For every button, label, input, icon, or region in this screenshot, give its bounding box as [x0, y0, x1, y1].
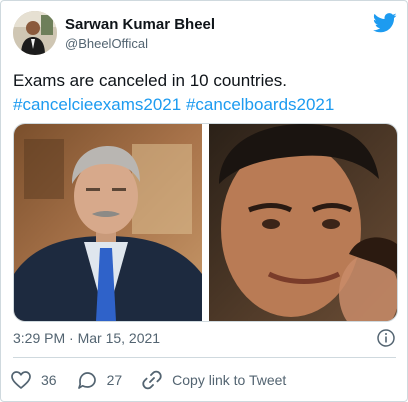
comment-icon: [77, 371, 96, 389]
avatar[interactable]: [13, 11, 57, 55]
author-name[interactable]: Sarwan Kumar Bheel: [65, 16, 215, 33]
reply-count: 27: [106, 372, 123, 388]
author-handle[interactable]: @BheelOffical: [65, 36, 148, 51]
copy-link-label: Copy link to Tweet: [172, 372, 287, 388]
tweet-text: Exams are canceled in 10 countries. #can…: [13, 69, 397, 117]
media-image-left[interactable]: [14, 124, 202, 321]
hashtag-cancelcieexams2021[interactable]: #cancelcieexams2021: [13, 95, 181, 114]
link-icon: [142, 370, 162, 390]
hashtag-line: #cancelcieexams2021 #cancelboards2021: [13, 93, 397, 117]
divider: [13, 357, 396, 358]
like-count: 36: [41, 372, 57, 388]
like-button[interactable]: 36: [11, 371, 57, 389]
tweet-timestamp[interactable]: 3:29 PM · Mar 15, 2021: [13, 330, 160, 346]
hashtag-cancelboards2021[interactable]: #cancelboards2021: [186, 95, 334, 114]
reply-button[interactable]: 27: [77, 371, 123, 390]
action-bar: 36 27 Copy link to Tweet: [11, 369, 306, 391]
media-image-right[interactable]: [209, 124, 397, 321]
twitter-bird-icon[interactable]: [372, 13, 397, 33]
tweet-card: Sarwan Kumar Bheel @BheelOffical Exams a…: [0, 0, 408, 402]
copy-link-button[interactable]: Copy link to Tweet: [142, 370, 286, 390]
info-icon[interactable]: [377, 329, 395, 347]
tweet-body: Exams are canceled in 10 countries.: [13, 71, 288, 90]
heart-icon: [11, 371, 31, 389]
tweet-media: [13, 123, 398, 322]
